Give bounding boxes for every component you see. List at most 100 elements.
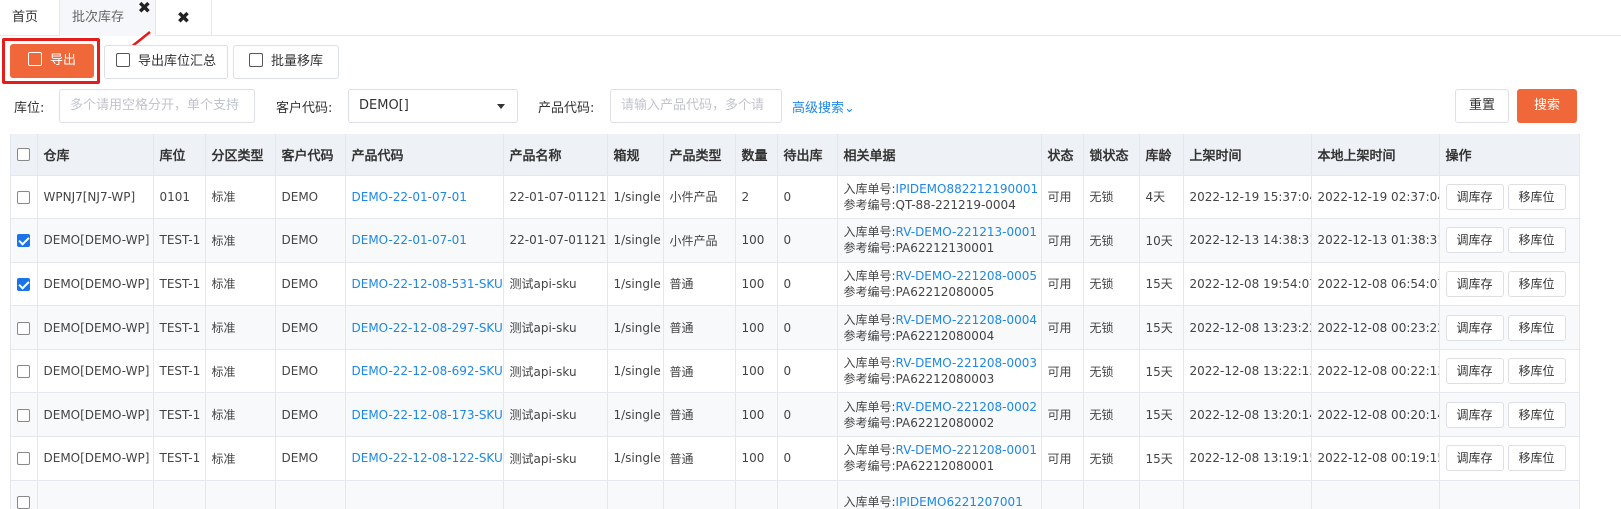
row-checkbox[interactable]	[17, 408, 30, 422]
customer-code-select[interactable]: DEMO[]	[348, 89, 518, 123]
cell-age: 10天	[1139, 218, 1184, 263]
cell-pending: 0	[777, 175, 838, 220]
cell-sku[interactable]: DEMO-22-12-08-297-SKU	[345, 305, 504, 350]
cell-sku[interactable]: DEMO-22-12-08-531-SKU	[345, 262, 504, 307]
tab-home[interactable]: 首页	[0, 0, 60, 36]
adjust-inventory-button[interactable]: 调库存	[1445, 183, 1504, 210]
cell-name: 测试api-sku	[503, 349, 608, 394]
cell-sku[interactable]	[345, 480, 504, 509]
cell-status: 可用	[1041, 305, 1084, 350]
cell-text: 100	[741, 276, 765, 291]
product-code-link[interactable]: DEMO-22-12-08-297-SKU	[352, 321, 503, 335]
cell-text: 2022-12-08 13:20:14	[1189, 407, 1311, 422]
checkbox-icon[interactable]	[17, 147, 30, 161]
cell-shelf_time: 2022-12-08 13:23:22	[1183, 305, 1312, 350]
inbound-no-link[interactable]: RV-DEMO-221213-0001	[896, 225, 1037, 239]
cell-text: 1/single	[613, 364, 661, 379]
reset-button[interactable]: 重置	[1455, 89, 1509, 123]
row-checkbox[interactable]	[17, 495, 30, 509]
adjust-inventory-button[interactable]: 调库存	[1445, 227, 1504, 254]
cell-sku[interactable]: DEMO-22-12-08-173-SKU	[345, 392, 504, 438]
cell-text: 标准	[211, 321, 236, 336]
row-checkbox[interactable]	[17, 190, 30, 204]
product-code-link[interactable]: DEMO-22-12-08-692-SKU	[352, 364, 503, 378]
table-row[interactable]: DEMO[DEMO-WP] TEST-1 标准 DEMO DEMO-22-12-08-6…	[11, 349, 1580, 394]
cell-text: 可用	[1047, 451, 1072, 466]
row-checkbox-cell[interactable]	[11, 480, 38, 509]
move-location-button[interactable]: 移库位	[1507, 314, 1566, 341]
col-header: 库位	[153, 134, 206, 176]
inbound-no-link[interactable]: RV-DEMO-221208-0001	[896, 443, 1037, 457]
product-code-link[interactable]: DEMO-22-12-08-173-SKU	[352, 408, 503, 422]
row-checkbox[interactable]	[17, 365, 30, 379]
row-checkbox-cell[interactable]	[11, 436, 38, 481]
cell-sku[interactable]: DEMO-22-01-07-01	[345, 175, 504, 220]
row-checkbox[interactable]	[17, 234, 30, 248]
move-location-button[interactable]: 移库位	[1507, 358, 1566, 385]
product-code-input[interactable]: 请输入产品代码，多个请	[610, 89, 782, 123]
table-row[interactable]: DEMO[DEMO-WP] TEST-1 标准 DEMO DEMO-22-12-08-2…	[11, 305, 1580, 350]
advanced-search-label: 高级搜索	[792, 101, 845, 116]
inbound-no-link[interactable]: IPIDEMO882212190001	[896, 182, 1039, 196]
adjust-inventory-button[interactable]: 调库存	[1445, 401, 1504, 428]
close-all-tabs-icon[interactable]: ✖	[156, 0, 212, 36]
search-button[interactable]: 搜索	[1517, 89, 1577, 123]
inbound-no-link[interactable]: RV-DEMO-221208-0005	[896, 269, 1037, 283]
move-location-button[interactable]: 移库位	[1507, 183, 1566, 210]
row-checkbox-cell[interactable]	[11, 218, 38, 263]
cell-warehouse: DEMO[DEMO-WP]	[37, 305, 154, 350]
row-checkbox[interactable]	[17, 277, 30, 291]
cell-lock: 无锁	[1083, 305, 1140, 350]
export-button[interactable]: 导出	[10, 44, 94, 78]
row-checkbox-cell[interactable]	[11, 305, 38, 350]
cell-text: 22-01-07-01121	[509, 189, 607, 204]
chevron-down-icon: ⌄	[844, 101, 855, 116]
cell-text: 测试api-sku	[509, 321, 577, 336]
adjust-inventory-button[interactable]: 调库存	[1445, 314, 1504, 341]
move-location-button[interactable]: 移库位	[1507, 227, 1566, 254]
table-row[interactable]: DEMO[DEMO-WP] TEST-1 标准 DEMO DEMO-22-01-07-0…	[11, 218, 1580, 263]
move-location-button[interactable]: 移库位	[1507, 445, 1566, 472]
cell-related-docs: 入库单号:RV-DEMO-221208-0003 参考编号:PA622120800…	[837, 349, 1042, 394]
cell-sku[interactable]: DEMO-22-12-08-692-SKU	[345, 349, 504, 394]
batch-move-button[interactable]: 批量移库	[233, 45, 339, 79]
product-code-link[interactable]: DEMO-22-12-08-531-SKU	[352, 277, 503, 291]
table-row[interactable]: 入库单号:IPIDEMO6221207001	[11, 480, 1580, 509]
product-code-link[interactable]: DEMO-22-12-08-122-SKU	[352, 451, 503, 465]
adjust-inventory-button[interactable]: 调库存	[1445, 445, 1504, 472]
row-checkbox[interactable]	[17, 321, 30, 335]
move-location-button[interactable]: 移库位	[1507, 270, 1566, 297]
row-checkbox-cell[interactable]	[11, 392, 38, 438]
table-row[interactable]: DEMO[DEMO-WP] TEST-1 标准 DEMO DEMO-22-12-08-1…	[11, 392, 1580, 438]
product-code-link[interactable]: DEMO-22-01-07-01	[352, 190, 467, 204]
export-location-summary-button[interactable]: 导出库位汇总	[104, 45, 228, 79]
inbound-no-link[interactable]: IPIDEMO6221207001	[896, 495, 1023, 509]
inbound-no-label: 入库单号:	[843, 268, 896, 283]
move-location-button[interactable]: 移库位	[1507, 401, 1566, 428]
inbound-no-label: 入库单号:	[843, 399, 896, 414]
row-checkbox-cell[interactable]	[11, 262, 38, 307]
product-code-link[interactable]: DEMO-22-01-07-01	[352, 233, 467, 247]
cell-sku[interactable]: DEMO-22-01-07-01	[345, 218, 504, 263]
cell-actions: 调库存 移库位	[1439, 262, 1580, 307]
inbound-no-link[interactable]: RV-DEMO-221208-0003	[896, 356, 1037, 370]
table-row[interactable]: DEMO[DEMO-WP] TEST-1 标准 DEMO DEMO-22-12-08-1…	[11, 436, 1580, 481]
row-checkbox-cell[interactable]	[11, 349, 38, 394]
location-input[interactable]: 多个请用空格分开，单个支持	[59, 89, 255, 123]
cell-pending: 0	[777, 305, 838, 350]
advanced-search-link[interactable]: 高级搜索⌄	[792, 97, 855, 116]
table-row[interactable]: DEMO[DEMO-WP] TEST-1 标准 DEMO DEMO-22-12-08-5…	[11, 262, 1580, 307]
row-checkbox-cell[interactable]	[11, 175, 38, 220]
cell-ptype: 普通	[663, 349, 736, 394]
row-checkbox[interactable]	[17, 452, 30, 466]
col-header: 库龄	[1139, 134, 1184, 176]
close-tab-icon[interactable]: ✖	[138, 0, 151, 26]
adjust-inventory-button[interactable]: 调库存	[1445, 270, 1504, 297]
inbound-no-link[interactable]: RV-DEMO-221208-0002	[896, 400, 1037, 414]
cell-sku[interactable]: DEMO-22-12-08-122-SKU	[345, 436, 504, 481]
inbound-no-link[interactable]: RV-DEMO-221208-0004	[896, 313, 1037, 327]
select-all-checkbox[interactable]	[11, 134, 38, 176]
table-row[interactable]: WPNJ7[NJ7-WP] 0101 标准 DEMO DEMO-22-01-07-01 2…	[11, 175, 1580, 220]
adjust-inventory-button[interactable]: 调库存	[1445, 358, 1504, 385]
cell-status: 可用	[1041, 218, 1084, 263]
